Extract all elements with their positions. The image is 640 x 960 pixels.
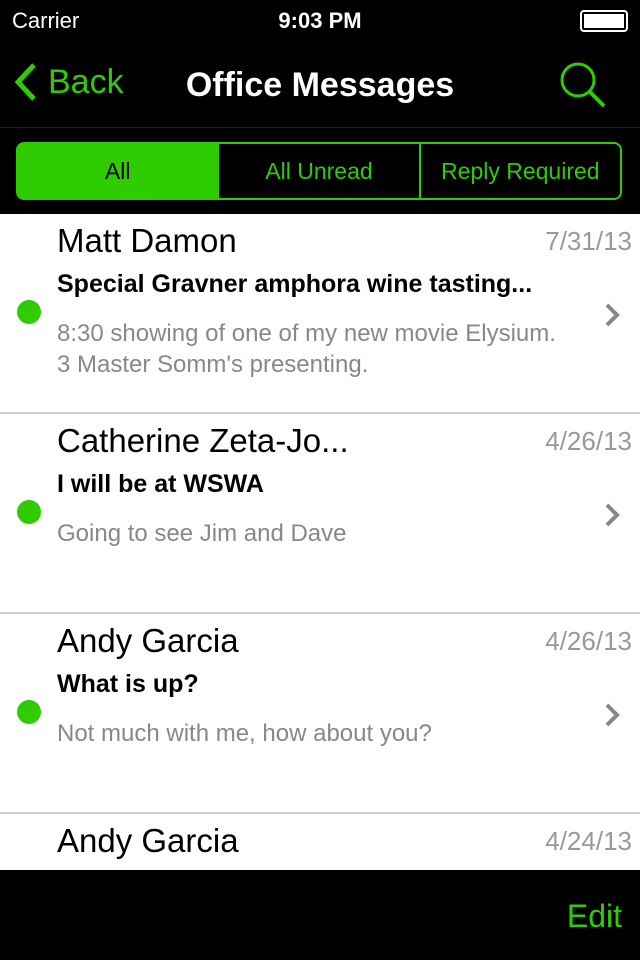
- sender-name: Andy Garcia: [57, 822, 239, 859]
- message-subject: I will be at WSWA: [57, 470, 264, 498]
- tab-all-unread[interactable]: All Unread: [217, 144, 418, 198]
- message-row[interactable]: Matt Damon 7/31/13 Special Gravner ampho…: [0, 214, 640, 414]
- nav-bar: Back Office Messages: [0, 40, 640, 128]
- battery-icon: [580, 10, 628, 32]
- message-preview: Going to see Jim and Dave: [57, 520, 347, 547]
- message-subject: Special Gravner amphora wine tasting...: [57, 270, 533, 298]
- message-date: 4/26/13: [545, 426, 632, 456]
- unread-dot-icon: [17, 700, 41, 724]
- sender-name: Catherine Zeta-Jo...: [57, 422, 349, 459]
- message-date: 4/24/13: [545, 826, 632, 856]
- message-date: 7/31/13: [545, 226, 632, 256]
- tab-all[interactable]: All: [18, 144, 218, 198]
- status-bar: Carrier 9:03 PM: [0, 0, 640, 40]
- chevron-right-icon: [605, 503, 620, 527]
- edit-button[interactable]: Edit: [567, 898, 622, 935]
- tab-reply-required[interactable]: Reply Required: [418, 144, 620, 198]
- toolbar: Edit: [0, 870, 640, 960]
- message-list: Matt Damon 7/31/13 Special Gravner ampho…: [0, 214, 640, 870]
- chevron-right-icon: [605, 703, 620, 727]
- message-subject: What is up?: [57, 670, 199, 698]
- search-icon[interactable]: [558, 60, 608, 110]
- sender-name: Matt Damon: [57, 222, 237, 259]
- time: 9:03 PM: [278, 8, 362, 33]
- page-title: Office Messages: [185, 66, 455, 104]
- message-preview: Not much with me, how about you?: [57, 720, 432, 747]
- message-row[interactable]: Andy Garcia 4/24/13: [0, 814, 640, 870]
- chevron-right-icon: [605, 303, 620, 327]
- sender-name: Andy Garcia: [57, 622, 239, 659]
- message-row[interactable]: Andy Garcia 4/26/13 What is up? Not much…: [0, 614, 640, 814]
- message-row[interactable]: Catherine Zeta-Jo... 4/26/13 I will be a…: [0, 414, 640, 614]
- message-preview: 8:30 showing of one of my new movie Elys…: [57, 320, 556, 378]
- unread-dot-icon: [17, 300, 41, 324]
- filter-segmented-control: All All Unread Reply Required: [16, 142, 622, 200]
- unread-dot-icon: [17, 500, 41, 524]
- message-date: 4/26/13: [545, 626, 632, 656]
